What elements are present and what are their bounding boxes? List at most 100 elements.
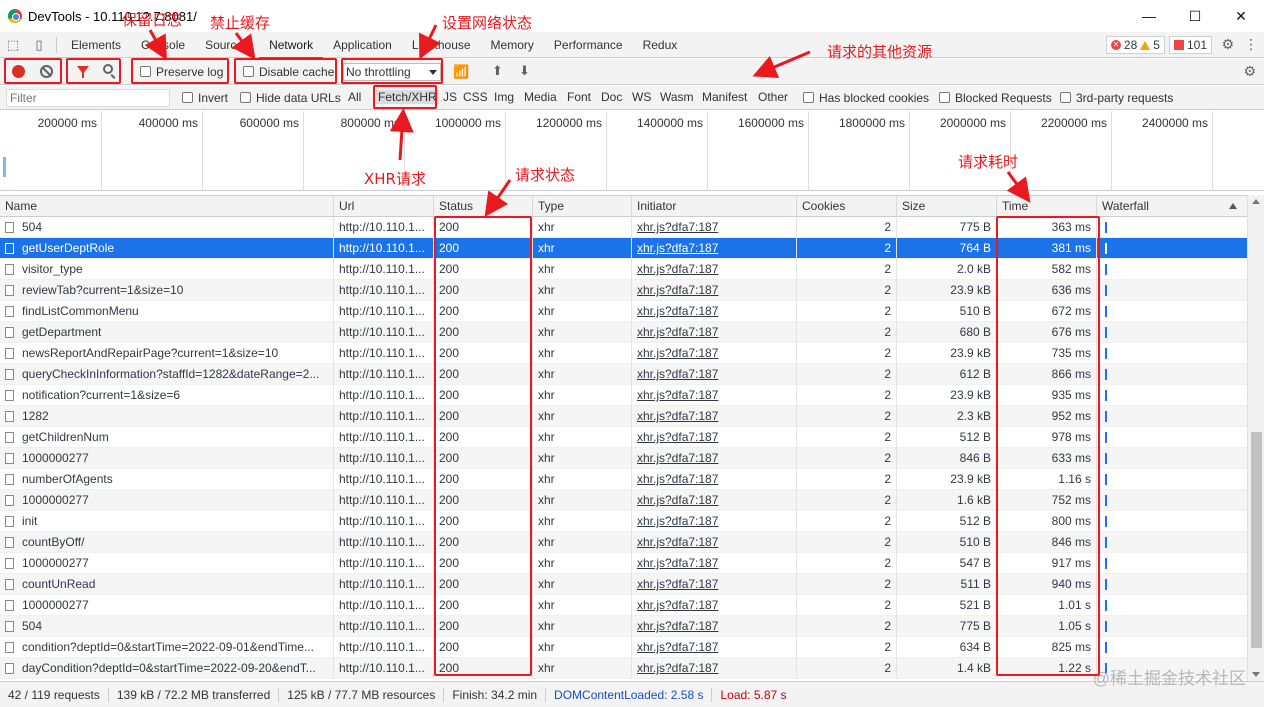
table-row[interactable]: 1000000277 http://10.110.1... 200 xhr xhr.js… (0, 595, 1247, 616)
cell-name[interactable]: notification?current=1&size=6 (0, 385, 334, 406)
error-counter[interactable]: ✕ 28 5 (1105, 36, 1165, 54)
cell-name[interactable]: numberOfAgents (0, 469, 334, 490)
tab-application[interactable]: Application (323, 32, 402, 58)
hide-data-urls-checkbox[interactable]: Hide data URLs (240, 91, 341, 105)
export-har-icon[interactable]: ⬇ (519, 63, 530, 79)
cell-name[interactable]: findListCommonMenu (0, 301, 334, 322)
record-button[interactable] (12, 65, 25, 78)
type-filter-media[interactable]: Media (524, 90, 557, 104)
cell-name[interactable]: 1000000277 (0, 490, 334, 511)
table-row[interactable]: findListCommonMenu http://10.110.1... 200 x… (0, 301, 1247, 322)
cell-initiator[interactable]: xhr.js?dfa7:187 (632, 280, 797, 301)
import-har-icon[interactable]: ⬆ (492, 63, 503, 79)
disable-cache-checkbox[interactable]: Disable cache (243, 65, 334, 79)
table-row[interactable]: 1000000277 http://10.110.1... 200 xhr xhr.js… (0, 448, 1247, 469)
cell-name[interactable]: 504 (0, 616, 334, 637)
type-filter-other[interactable]: Other (758, 90, 788, 104)
cell-initiator[interactable]: xhr.js?dfa7:187 (632, 364, 797, 385)
tab-lighthouse[interactable]: Lighthouse (402, 32, 481, 58)
cell-name[interactable]: init (0, 511, 334, 532)
cell-initiator[interactable]: xhr.js?dfa7:187 (632, 238, 797, 259)
network-conditions-icon[interactable]: 📶 (453, 64, 469, 80)
table-row[interactable]: 504 http://10.110.1... 200 xhr xhr.js?dfa7:1… (0, 217, 1247, 238)
table-row[interactable]: dayCondition?deptId=0&startTime=2022-09-… (0, 658, 1247, 679)
blocked-requests-checkbox[interactable]: Blocked Requests (939, 91, 1052, 105)
column-waterfall[interactable]: Waterfall (1097, 196, 1247, 218)
cell-name[interactable]: 1282 (0, 406, 334, 427)
tab-network[interactable]: Network (259, 32, 324, 59)
table-row[interactable]: 1000000277 http://10.110.1... 200 xhr xhr.js… (0, 490, 1247, 511)
table-row[interactable]: queryCheckInInformation?staffId=1282&dat… (0, 364, 1247, 385)
close-button[interactable]: ✕ (1218, 0, 1264, 32)
invert-box[interactable] (182, 92, 193, 103)
type-filter-fetch-xhr[interactable]: Fetch/XHR (376, 90, 439, 104)
invert-checkbox[interactable]: Invert (182, 91, 228, 105)
throttling-select[interactable]: No throttling (343, 63, 441, 81)
cell-name[interactable]: 1000000277 (0, 595, 334, 616)
third-party-box[interactable] (1060, 92, 1071, 103)
cell-name[interactable]: getUserDeptRole (0, 238, 334, 259)
disable-cache-box[interactable] (243, 66, 254, 77)
cell-initiator[interactable]: xhr.js?dfa7:187 (632, 616, 797, 637)
type-filter-font[interactable]: Font (567, 90, 591, 104)
type-filter-manifest[interactable]: Manifest (702, 90, 747, 104)
cell-initiator[interactable]: xhr.js?dfa7:187 (632, 469, 797, 490)
cell-initiator[interactable]: xhr.js?dfa7:187 (632, 553, 797, 574)
cell-initiator[interactable]: xhr.js?dfa7:187 (632, 574, 797, 595)
maximize-button[interactable]: ☐ (1172, 0, 1218, 32)
cell-initiator[interactable]: xhr.js?dfa7:187 (632, 427, 797, 448)
cell-initiator[interactable]: xhr.js?dfa7:187 (632, 658, 797, 679)
type-filter-doc[interactable]: Doc (601, 90, 622, 104)
cell-initiator[interactable]: xhr.js?dfa7:187 (632, 259, 797, 280)
type-filter-all[interactable]: All (348, 90, 361, 104)
hide-data-urls-box[interactable] (240, 92, 251, 103)
cell-initiator[interactable]: xhr.js?dfa7:187 (632, 217, 797, 238)
minimize-button[interactable]: — (1126, 0, 1172, 32)
tab-performance[interactable]: Performance (544, 32, 633, 58)
blocked-cookies-box[interactable] (803, 92, 814, 103)
preserve-log-box[interactable] (140, 66, 151, 77)
tab-redux[interactable]: Redux (633, 32, 688, 58)
cell-initiator[interactable]: xhr.js?dfa7:187 (632, 511, 797, 532)
cell-name[interactable]: getDepartment (0, 322, 334, 343)
third-party-checkbox[interactable]: 3rd-party requests (1060, 91, 1173, 105)
scroll-up-icon[interactable] (1252, 199, 1260, 204)
table-row[interactable]: init http://10.110.1... 200 xhr xhr.js?dfa7:… (0, 511, 1247, 532)
more-options-icon[interactable]: ⋮ (1244, 36, 1258, 53)
cell-name[interactable]: countUnRead (0, 574, 334, 595)
table-row[interactable]: getUserDeptRole http://10.110.1... 200 xhr x… (0, 238, 1247, 259)
cell-initiator[interactable]: xhr.js?dfa7:187 (632, 343, 797, 364)
type-filter-js[interactable]: JS (443, 90, 457, 104)
type-filter-wasm[interactable]: Wasm (660, 90, 694, 104)
type-filter-ws[interactable]: WS (632, 90, 651, 104)
issues-counter[interactable]: 101 (1168, 36, 1212, 54)
clear-icon[interactable] (40, 65, 53, 78)
column-status[interactable]: Status (434, 196, 533, 218)
table-row[interactable]: reviewTab?current=1&size=10 http://10.110… (0, 280, 1247, 301)
cell-name[interactable]: countByOff/ (0, 532, 334, 553)
column-size[interactable]: Size (897, 196, 997, 218)
cell-initiator[interactable]: xhr.js?dfa7:187 (632, 532, 797, 553)
cell-name[interactable]: reviewTab?current=1&size=10 (0, 280, 334, 301)
table-row[interactable]: countUnRead http://10.110.1... 200 xhr xhr.j… (0, 574, 1247, 595)
cell-initiator[interactable]: xhr.js?dfa7:187 (632, 595, 797, 616)
column-time[interactable]: Time (997, 196, 1097, 218)
inspect-element-icon[interactable]: ⬚ (0, 32, 26, 58)
settings-gear-icon[interactable]: ⚙ (1221, 36, 1234, 53)
cell-name[interactable]: dayCondition?deptId=0&startTime=2022-09-… (0, 658, 334, 679)
cell-name[interactable]: 1000000277 (0, 553, 334, 574)
cell-initiator[interactable]: xhr.js?dfa7:187 (632, 301, 797, 322)
table-row[interactable]: notification?current=1&size=6 http://10.1… (0, 385, 1247, 406)
table-row[interactable]: countByOff/http://10.110.1... 200 xhr xhr.j… (0, 532, 1247, 553)
tab-elements[interactable]: Elements (61, 32, 131, 58)
scroll-thumb[interactable] (1251, 432, 1262, 648)
cell-name[interactable]: 1000000277 (0, 448, 334, 469)
type-filter-img[interactable]: Img (494, 90, 514, 104)
has-blocked-cookies-checkbox[interactable]: Has blocked cookies (803, 91, 929, 105)
column-url[interactable]: Url (334, 196, 434, 218)
type-filter-css[interactable]: CSS (463, 90, 488, 104)
cell-initiator[interactable]: xhr.js?dfa7:187 (632, 448, 797, 469)
cell-name[interactable]: getChildrenNum (0, 427, 334, 448)
table-row[interactable]: newsReportAndRepairPage?current=1&size=1… (0, 343, 1247, 364)
cell-initiator[interactable]: xhr.js?dfa7:187 (632, 490, 797, 511)
